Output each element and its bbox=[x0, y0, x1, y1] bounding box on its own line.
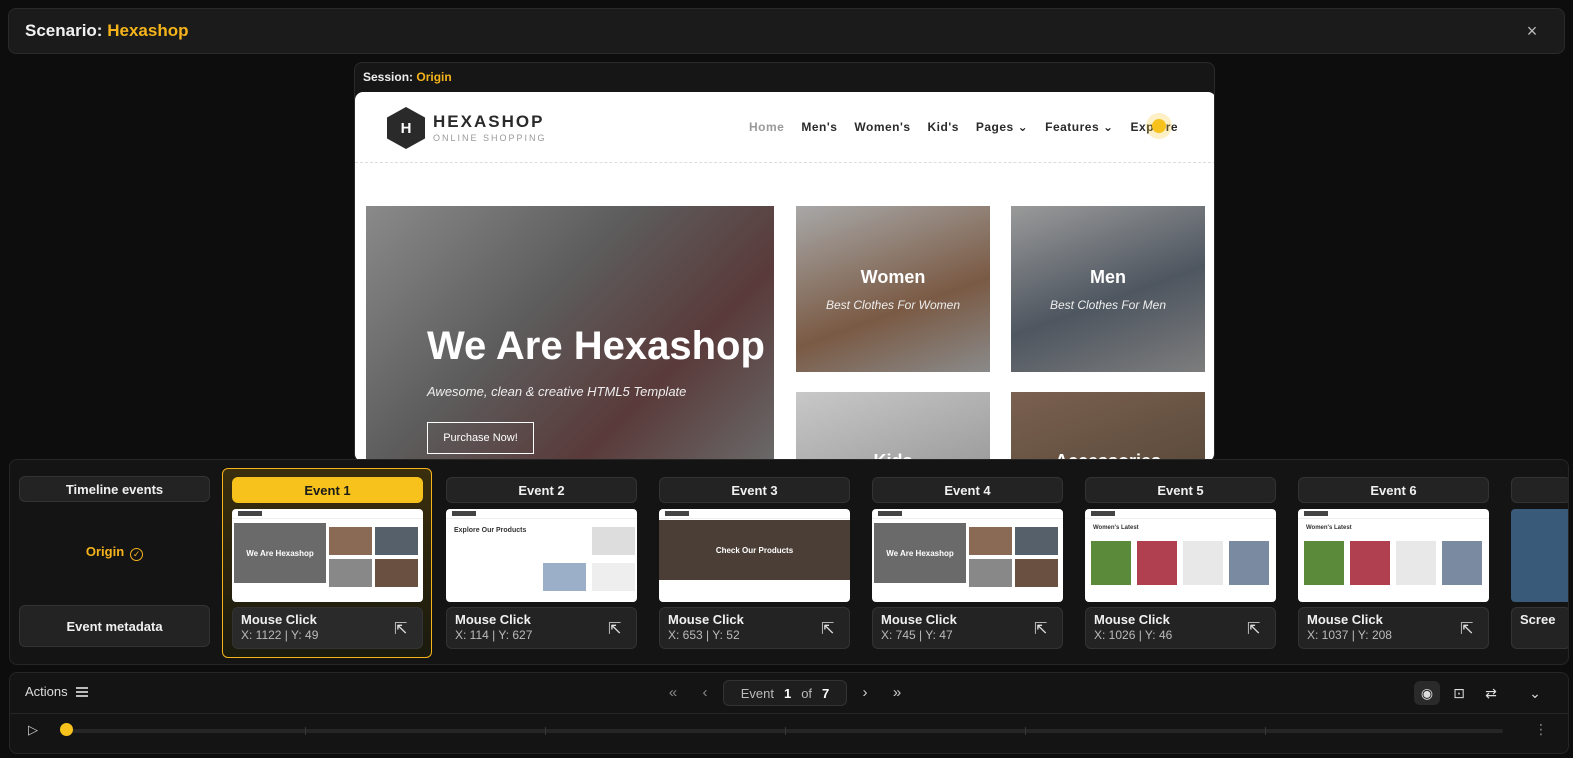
play-icon[interactable]: ▷ bbox=[28, 722, 44, 738]
scenario-name: Hexashop bbox=[107, 21, 189, 40]
event-label: Event 5 bbox=[1085, 477, 1276, 503]
event-card-partial[interactable]: Scree bbox=[1511, 477, 1568, 649]
event-meta: Mouse Click X: 114 | Y: 627 ⇱ bbox=[446, 607, 637, 649]
event-label: Event 6 bbox=[1298, 477, 1489, 503]
event-card[interactable]: Event 1 We Are Hexashop Mouse Click X: 1… bbox=[232, 477, 423, 649]
menu-item-home[interactable]: Home bbox=[749, 120, 784, 134]
event-label: Event 2 bbox=[446, 477, 637, 503]
last-event-icon[interactable]: » bbox=[887, 683, 907, 703]
event-meta: Mouse Click X: 1122 | Y: 49 ⇱ bbox=[232, 607, 423, 649]
first-event-icon[interactable]: « bbox=[663, 683, 683, 703]
event-thumbnail: We Are Hexashop bbox=[232, 509, 423, 602]
event-label: Event 4 bbox=[872, 477, 1063, 503]
event-meta: Scree bbox=[1511, 607, 1568, 649]
event-card[interactable]: Event 4 We Are Hexashop Mouse Click X: 7… bbox=[872, 477, 1063, 649]
event-thumbnail: Women's Latest bbox=[1085, 509, 1276, 602]
event-card[interactable]: Event 5 Women's Latest Mouse Click X: 10… bbox=[1085, 477, 1276, 649]
website-screenshot[interactable]: H HEXASHOP ONLINE SHOPPING Home Men's Wo… bbox=[355, 92, 1214, 461]
timeline-panel: Timeline events Origin ✓ Event metadata E… bbox=[9, 459, 1569, 665]
mouse-click-icon: ⇱ bbox=[608, 621, 622, 638]
event-label: Event 3 bbox=[659, 477, 850, 503]
event-card[interactable]: Event 6 Women's Latest Mouse Click X: 10… bbox=[1298, 477, 1489, 649]
origin-label[interactable]: Origin ✓ bbox=[19, 544, 210, 561]
logo-mark: H bbox=[387, 107, 425, 149]
hero-subtitle: Awesome, clean & creative HTML5 Template bbox=[427, 384, 687, 399]
event-card[interactable]: Event 3 Check Our Products Mouse Click X… bbox=[659, 477, 850, 649]
mouse-click-icon: ⇱ bbox=[821, 621, 835, 638]
menu-item-features[interactable]: Features ⌄ bbox=[1045, 120, 1113, 134]
check-circle-icon: ✓ bbox=[130, 548, 144, 561]
event-meta: Mouse Click X: 1026 | Y: 46 ⇱ bbox=[1085, 607, 1276, 649]
event-meta: Mouse Click X: 653 | Y: 52 ⇱ bbox=[659, 607, 850, 649]
event-thumbnail: Explore Our Products bbox=[446, 509, 637, 602]
total-events: 7 bbox=[822, 685, 830, 701]
list-icon bbox=[75, 686, 88, 697]
hero-banner: We Are Hexashop Awesome, clean & creativ… bbox=[366, 206, 774, 461]
mouse-click-icon: ⇱ bbox=[394, 621, 408, 638]
logo-tagline: ONLINE SHOPPING bbox=[433, 133, 547, 143]
mouse-click-icon: ⇱ bbox=[1460, 621, 1474, 638]
event-meta: Mouse Click X: 1037 | Y: 208 ⇱ bbox=[1298, 607, 1489, 649]
chevron-down-icon[interactable]: ⌄ bbox=[1522, 681, 1548, 705]
menu-item-pages[interactable]: Pages ⌄ bbox=[976, 120, 1028, 134]
current-event-number[interactable]: 1 bbox=[784, 686, 791, 701]
mouse-click-icon: ⇱ bbox=[1247, 621, 1261, 638]
timeline-events-button[interactable]: Timeline events bbox=[19, 476, 210, 502]
event-meta: Mouse Click X: 745 | Y: 47 ⇱ bbox=[872, 607, 1063, 649]
menu-item-womens[interactable]: Women's bbox=[854, 120, 910, 134]
playback-controls: Actions « ‹ Event 1 of 7 › » ◉ ⊡ ⇄ ⌄ ▷ ⋮ bbox=[9, 672, 1569, 754]
category-tile-women[interactable]: Women Best Clothes For Women bbox=[796, 206, 990, 372]
actions-menu-button[interactable]: Actions bbox=[25, 684, 88, 699]
event-metadata-button[interactable]: Event metadata bbox=[19, 605, 210, 647]
timeline-track[interactable] bbox=[65, 727, 1503, 735]
session-name: Origin bbox=[416, 70, 452, 84]
site-logo: HEXASHOP ONLINE SHOPPING bbox=[433, 112, 547, 143]
more-options-icon[interactable]: ⋮ bbox=[1534, 721, 1548, 738]
menu-item-kids[interactable]: Kid's bbox=[928, 120, 959, 134]
event-thumbnail: Women's Latest bbox=[1298, 509, 1489, 602]
previous-event-icon[interactable]: ‹ bbox=[695, 683, 715, 703]
event-thumbnail: We Are Hexashop bbox=[872, 509, 1063, 602]
menu-item-mens[interactable]: Men's bbox=[801, 120, 837, 134]
category-tile-men[interactable]: Men Best Clothes For Men bbox=[1011, 206, 1205, 372]
event-counter: Event 1 of 7 bbox=[723, 680, 847, 706]
mouse-click-icon: ⇱ bbox=[1034, 621, 1048, 638]
hero-title: We Are Hexashop bbox=[427, 324, 765, 368]
screenshot-icon[interactable]: ⊡ bbox=[1446, 681, 1472, 705]
site-menu: Home Men's Women's Kid's Pages ⌄ Feature… bbox=[749, 120, 1178, 134]
site-nav: H HEXASHOP ONLINE SHOPPING Home Men's Wo… bbox=[355, 92, 1214, 163]
eye-icon[interactable]: ◉ bbox=[1414, 681, 1440, 705]
event-thumbnail: Check Our Products bbox=[659, 509, 850, 602]
event-thumbnail bbox=[1511, 509, 1568, 602]
event-card[interactable]: Event 2 Explore Our Products Mouse Click… bbox=[446, 477, 637, 649]
timeline-scrubber[interactable] bbox=[60, 723, 73, 736]
swap-icon[interactable]: ⇄ bbox=[1478, 681, 1504, 705]
scenario-header: Scenario: Hexashop × bbox=[8, 8, 1565, 54]
purchase-button[interactable]: Purchase Now! bbox=[427, 422, 534, 454]
category-tile-kids[interactable]: Kids bbox=[796, 392, 990, 461]
event-label bbox=[1511, 477, 1568, 503]
scenario-title: Scenario: Hexashop bbox=[25, 21, 189, 40]
session-label: Session: Origin bbox=[363, 70, 452, 84]
session-preview: Session: Origin H HEXASHOP ONLINE SHOPPI… bbox=[354, 62, 1215, 462]
close-icon[interactable]: × bbox=[1522, 21, 1542, 41]
category-tile-accessories[interactable]: Accessories bbox=[1011, 392, 1205, 461]
click-indicator bbox=[1152, 119, 1166, 133]
next-event-icon[interactable]: › bbox=[855, 683, 875, 703]
logo-name: HEXASHOP bbox=[433, 112, 545, 131]
event-label: Event 1 bbox=[232, 477, 423, 503]
